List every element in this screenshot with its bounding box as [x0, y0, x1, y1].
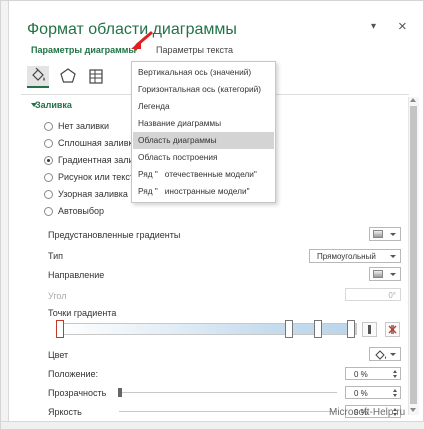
spin-up-icon[interactable]: [393, 389, 397, 392]
size-properties-tab[interactable]: [85, 66, 107, 88]
category-icon-tabs: [27, 66, 117, 90]
type-dropdown[interactable]: Прямоугольный: [309, 249, 401, 263]
menu-item-horizontal-axis[interactable]: Горизонтальная ось (категорий): [133, 81, 274, 98]
menu-item-series-domestic[interactable]: Ряд " отечественные модели": [133, 166, 274, 183]
radio-label-automatic: Автовыбор: [58, 206, 105, 216]
left-edge-strip: [1, 1, 9, 429]
position-value: 0 %: [354, 370, 368, 379]
radio-solid-fill[interactable]: [44, 139, 53, 148]
menu-item-plot-area[interactable]: Область построения: [133, 149, 274, 166]
fill-bucket-icon: [32, 67, 45, 81]
gradient-stop-3[interactable]: [314, 320, 322, 338]
tab-text-options[interactable]: Параметры текста: [156, 45, 233, 55]
transparency-label: Прозрачность: [48, 388, 107, 398]
size-properties-icon: [89, 69, 103, 84]
gradient-swatch-icon: [373, 230, 383, 238]
angle-label: Угол: [48, 291, 67, 301]
brightness-slider[interactable]: [119, 411, 337, 412]
position-label: Положение:: [48, 369, 99, 379]
angle-input[interactable]: 0°: [345, 288, 401, 301]
direction-dropdown[interactable]: [369, 267, 401, 281]
radio-automatic[interactable]: [44, 207, 53, 216]
menu-item-series-foreign[interactable]: Ряд " иностранные модели": [133, 183, 274, 200]
color-label: Цвет: [48, 350, 69, 360]
transparency-slider-thumb[interactable]: [118, 388, 122, 397]
scroll-up-icon[interactable]: [410, 98, 416, 102]
radio-picture-fill[interactable]: [44, 173, 53, 182]
annotation-arrow-icon: [131, 31, 153, 49]
add-gradient-stop-button[interactable]: [362, 322, 377, 337]
radio-gradient-fill[interactable]: [44, 156, 53, 165]
menu-item-vertical-axis[interactable]: Вертикальная ось (значений): [133, 64, 274, 81]
fill-section-heading[interactable]: Заливка: [35, 100, 72, 110]
spin-down-icon[interactable]: [393, 394, 397, 397]
gradient-stop-2[interactable]: [285, 320, 293, 338]
close-icon[interactable]: ×: [398, 18, 407, 35]
chart-elements-dropdown-menu: Вертикальная ось (значений) Горизонтальн…: [131, 61, 276, 203]
remove-gradient-stop-button[interactable]: [385, 322, 400, 337]
color-picker-button[interactable]: [369, 347, 401, 361]
spin-up-icon[interactable]: [393, 370, 397, 373]
format-chart-area-pane: Формат области диаграммы ▾ × Параметры д…: [0, 0, 424, 429]
type-label: Тип: [48, 251, 64, 261]
position-spinner[interactable]: 0 %: [345, 367, 401, 380]
radio-label-solid-fill: Сплошная заливка: [58, 138, 138, 148]
transparency-spinner[interactable]: 0 %: [345, 386, 401, 399]
scrollbar-thumb[interactable]: [410, 106, 417, 404]
fill-bucket-icon: [375, 350, 387, 360]
radio-no-fill[interactable]: [44, 122, 53, 131]
effects-tab[interactable]: [57, 66, 79, 88]
brightness-label: Яркость: [48, 407, 82, 417]
watermark: Microsoft-Help.ru: [329, 407, 406, 418]
preset-gradients-label: Предустановленные градиенты: [48, 230, 181, 240]
radio-label-no-fill: Нет заливки: [58, 121, 109, 131]
gradient-stops-bar[interactable]: [59, 323, 357, 335]
pentagon-icon: [60, 68, 76, 83]
chevron-down-icon: [390, 255, 396, 258]
menu-item-legend[interactable]: Легенда: [133, 98, 274, 115]
scroll-down-icon[interactable]: [410, 408, 416, 412]
transparency-slider[interactable]: [119, 392, 337, 393]
tab-chart-options[interactable]: Параметры диаграммы: [31, 45, 136, 55]
taskbar-strip: [1, 421, 424, 429]
radio-pattern-fill[interactable]: [44, 190, 53, 199]
gradient-stop-4[interactable]: [347, 320, 355, 338]
radio-label-pattern-fill: Узорная заливка: [58, 189, 128, 199]
add-stop-icon: [368, 325, 371, 334]
gradient-stops-label: Точки градиента: [48, 308, 117, 318]
menu-item-chart-area[interactable]: Область диаграммы: [133, 132, 274, 149]
fill-line-tab[interactable]: [27, 66, 49, 88]
angle-value: 0°: [388, 291, 396, 300]
remove-stop-icon: [388, 325, 397, 334]
menu-item-chart-title[interactable]: Название диаграммы: [133, 115, 274, 132]
type-value: Прямоугольный: [317, 252, 376, 261]
transparency-value: 0 %: [354, 389, 368, 398]
preset-gradients-dropdown[interactable]: [369, 227, 401, 241]
gradient-stop-1[interactable]: [56, 320, 64, 338]
chevron-down-icon: [390, 273, 396, 276]
pane-options-icon[interactable]: ▾: [371, 21, 376, 32]
direction-label: Направление: [48, 270, 105, 280]
chevron-down-icon: [390, 233, 396, 236]
chevron-down-icon: [390, 353, 396, 356]
spin-down-icon[interactable]: [393, 375, 397, 378]
direction-swatch-icon: [373, 270, 383, 278]
